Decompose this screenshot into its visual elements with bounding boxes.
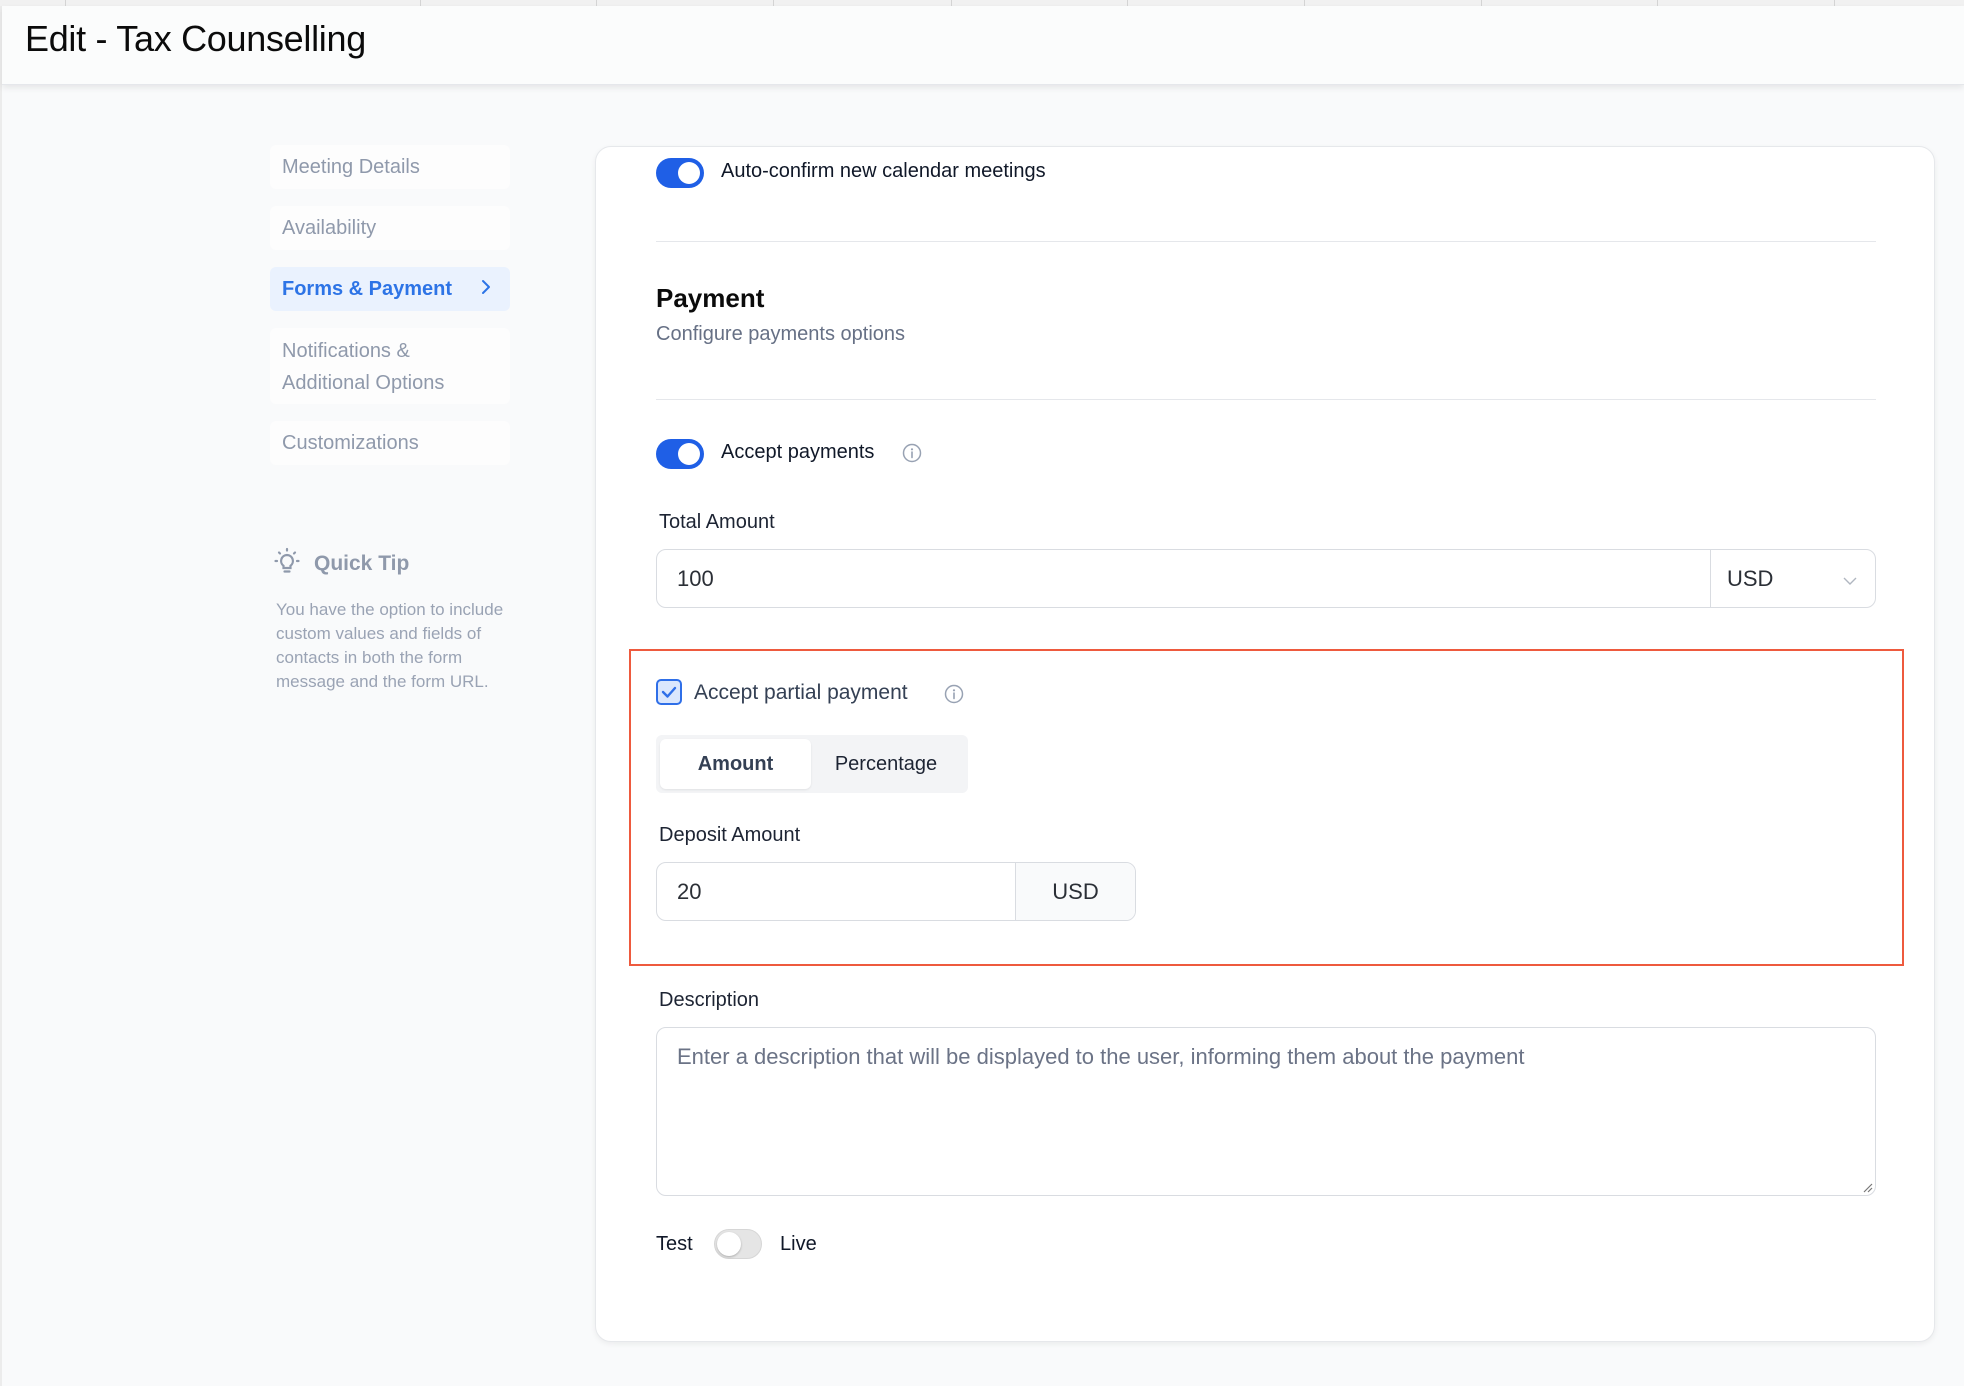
divider — [656, 241, 1876, 242]
total-amount-label: Total Amount — [659, 511, 775, 533]
currency-select[interactable]: USD — [1710, 550, 1875, 607]
resize-handle-icon[interactable] — [1861, 1181, 1873, 1193]
toggle-knob — [717, 1232, 741, 1256]
sidebar-item-label: Meeting Details — [282, 155, 420, 178]
sidebar-item-availability[interactable]: Availability — [270, 206, 510, 250]
quick-tip-text: You have the option to include custom va… — [276, 600, 504, 691]
deposit-currency-addon: USD — [1015, 863, 1135, 920]
sidebar-item-label: Customizations — [282, 431, 419, 454]
sidebar-item-label: Availability — [282, 216, 377, 239]
sidebar-item-customizations[interactable]: Customizations — [270, 421, 510, 465]
quick-tip-header: Quick Tip — [272, 546, 512, 582]
toggle-knob — [678, 443, 700, 465]
description-placeholder: Enter a description that will be display… — [677, 1044, 1525, 1069]
quick-tip-title: Quick Tip — [314, 552, 410, 575]
accept-payments-toggle[interactable] — [656, 439, 704, 469]
sidebar-item-label: Forms & Payment — [282, 277, 453, 300]
sidebar-item-meeting-details[interactable]: Meeting Details — [270, 145, 510, 189]
accept-partial-payment-checkbox[interactable] — [656, 679, 682, 705]
auto-confirm-label: Auto-confirm new calendar meetings — [721, 160, 1046, 182]
deposit-amount-label: Deposit Amount — [659, 824, 801, 846]
window-edge — [0, 6, 2, 1386]
description-textarea[interactable]: Enter a description that will be display… — [656, 1027, 1876, 1196]
accept-partial-payment-label: Accept partial payment — [694, 681, 908, 704]
deposit-amount-group: 20 USD — [656, 862, 1136, 921]
live-mode-label: Live — [780, 1233, 817, 1255]
info-icon[interactable] — [902, 443, 922, 468]
divider — [656, 399, 1876, 400]
payment-section-title: Payment — [656, 283, 765, 313]
test-mode-label: Test — [656, 1233, 693, 1255]
sidebar-item-notifications[interactable]: Notifications & Additional Options — [270, 328, 510, 404]
auto-confirm-toggle[interactable] — [656, 158, 704, 188]
accept-payments-label: Accept payments — [721, 441, 875, 463]
deposit-amount-input[interactable]: 20 — [657, 863, 1015, 920]
payment-settings-card: Auto-confirm new calendar meetings Payme… — [595, 146, 1935, 1342]
segment-amount[interactable]: Amount — [660, 739, 811, 789]
test-live-toggle[interactable] — [714, 1229, 762, 1259]
toggle-knob — [678, 162, 700, 184]
segment-percentage[interactable]: Percentage — [811, 739, 961, 789]
checkmark-icon — [661, 686, 677, 698]
quick-tip: Quick Tip You have the option to include… — [272, 546, 512, 694]
deposit-type-segmented-control: Amount Percentage — [656, 735, 968, 793]
currency-select-value: USD — [1727, 565, 1774, 591]
total-amount-group: 100 USD — [656, 549, 1876, 608]
page-title: Edit - Tax Counselling — [25, 18, 366, 59]
chevron-right-icon — [480, 278, 492, 301]
info-icon[interactable] — [944, 684, 964, 709]
sidebar-item-forms-payment[interactable]: Forms & Payment — [270, 267, 510, 311]
payment-section-subtitle: Configure payments options — [656, 323, 906, 345]
page-header: Edit - Tax Counselling — [2, 6, 1964, 85]
description-label: Description — [659, 989, 760, 1011]
total-amount-input[interactable]: 100 — [657, 550, 1710, 607]
settings-sidebar: Meeting Details Availability Forms & Pay… — [270, 145, 510, 482]
sidebar-item-label: Notifications & Additional Options — [282, 340, 445, 394]
lightbulb-icon — [272, 546, 302, 582]
chevron-down-icon — [1843, 566, 1857, 592]
